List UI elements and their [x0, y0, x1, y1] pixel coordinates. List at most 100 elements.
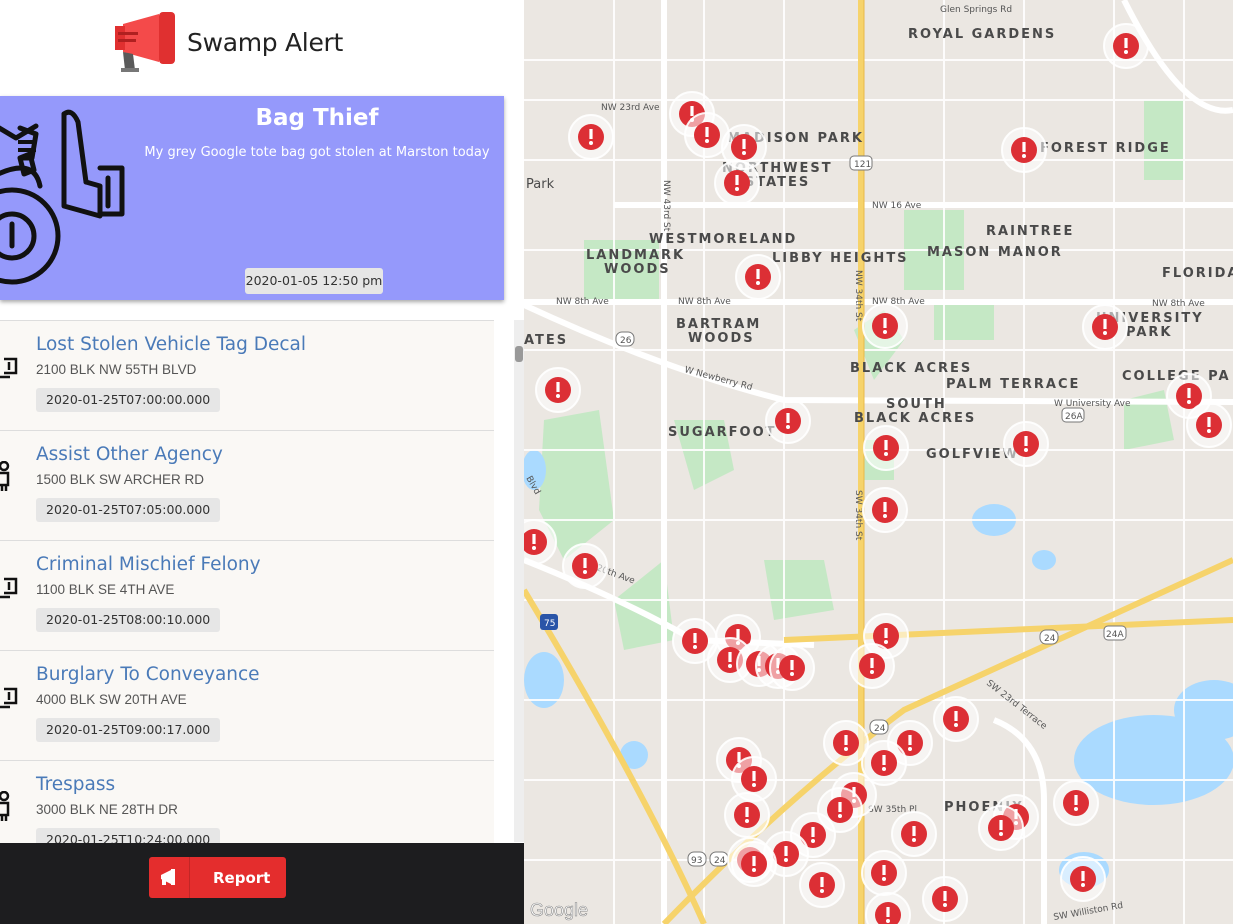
incident-address: 4000 BLK SW 20TH AVE — [36, 692, 187, 707]
street-w-university: W University Ave — [1054, 399, 1131, 409]
officer-icon — [0, 461, 10, 491]
list-item[interactable]: Lost Stolen Vehicle Tag Decal 2100 BLK N… — [0, 321, 494, 431]
alert-marker-icon[interactable] — [1003, 421, 1049, 467]
thief-icon — [0, 577, 18, 599]
street-w-newberry: W Newberry Rd — [683, 365, 753, 393]
shield-24a: 24A — [1103, 625, 1127, 641]
thief-icon — [0, 357, 18, 379]
alert-marker-icon[interactable] — [568, 114, 614, 160]
alert-marker-icon[interactable] — [891, 811, 937, 857]
alert-marker-icon[interactable] — [861, 850, 907, 896]
featured-date-badge: 2020-01-05 12:50 pm — [245, 268, 383, 294]
shield-93: 93 — [687, 851, 707, 867]
street-nw-8th-4: NW 8th Ave — [1152, 299, 1205, 309]
street-sw-34th: SW 34th St — [853, 490, 863, 541]
featured-title: Bag Thief — [255, 105, 379, 131]
alert-marker-icon[interactable] — [765, 398, 811, 444]
report-label: Report — [213, 869, 271, 887]
incident-title[interactable]: Criminal Mischief Felony — [36, 554, 261, 575]
alert-marker-icon[interactable] — [799, 862, 845, 908]
incident-map[interactable]: ROYAL GARDENS MADISON PARK NORTHWEST EST… — [524, 0, 1233, 924]
scrollbar-thumb[interactable] — [515, 346, 523, 362]
street-sw-23rd-terrace: SW 23rd Terrace — [984, 678, 1049, 732]
street-nw-16: NW 16 Ave — [872, 201, 922, 211]
neighborhood-ates: ATES — [524, 333, 568, 348]
neighborhood-landmark: LANDMARK — [586, 248, 685, 263]
incident-address: 2100 BLK NW 55TH BLVD — [36, 362, 197, 377]
incident-title[interactable]: Burglary To Conveyance — [36, 664, 260, 685]
alert-marker-icon[interactable] — [1060, 856, 1106, 902]
list-item[interactable]: Trespass 3000 BLK NE 28TH DR 2020-01-25T… — [0, 761, 494, 843]
alert-marker-icon[interactable] — [535, 367, 581, 413]
alert-marker-icon[interactable] — [735, 254, 781, 300]
svg-text:26A: 26A — [1065, 412, 1083, 422]
featured-description: My grey Google tote bag got stolen at Ma… — [144, 145, 490, 160]
alert-marker-icon[interactable] — [714, 160, 760, 206]
incident-date-badge: 2020-01-25T09:00:17.000 — [36, 718, 221, 742]
incident-title[interactable]: Lost Stolen Vehicle Tag Decal — [36, 334, 306, 355]
alert-marker-icon[interactable] — [823, 720, 869, 766]
list-item[interactable]: Assist Other Agency 1500 BLK SW ARCHER R… — [0, 431, 494, 541]
featured-alert-card[interactable]: Bag Thief My grey Google tote bag got st… — [0, 96, 504, 300]
sidebar: Swamp Alert Bag Thief My grey Google tot… — [0, 0, 524, 924]
neighborhood-sugarfoot: SUGARFOOT — [668, 425, 777, 440]
alert-marker-icon[interactable] — [769, 645, 815, 691]
neighborhood-palm-terrace: PALM TERRACE — [946, 377, 1080, 392]
neighborhood-park: PARK — [1126, 325, 1172, 340]
svg-text:24A: 24A — [1106, 630, 1124, 640]
alert-marker-icon[interactable] — [862, 487, 908, 533]
alert-marker-icon[interactable] — [1186, 402, 1232, 448]
alert-marker-icon[interactable] — [863, 425, 909, 471]
incident-title[interactable]: Assist Other Agency — [36, 444, 223, 465]
map-canvas[interactable]: ROYAL GARDENS MADISON PARK NORTHWEST EST… — [524, 0, 1233, 924]
svg-text:75: 75 — [544, 619, 555, 629]
incident-date-badge: 2020-01-25T08:00:10.000 — [36, 608, 221, 632]
alert-marker-icon[interactable] — [865, 892, 911, 924]
shield-121: 121 — [849, 155, 873, 171]
report-button[interactable]: Report — [149, 857, 286, 898]
alert-marker-icon[interactable] — [849, 643, 895, 689]
alert-marker-icon[interactable] — [922, 876, 968, 922]
list-item[interactable]: Criminal Mischief Felony 1100 BLK SE 4TH… — [0, 541, 494, 651]
alert-marker-icon[interactable] — [1001, 127, 1047, 173]
svg-text:121: 121 — [854, 160, 871, 170]
alert-marker-icon[interactable] — [1103, 23, 1149, 69]
alert-marker-icon[interactable] — [1053, 780, 1099, 826]
shield-75: 75 — [540, 614, 558, 630]
incident-date-badge: 2020-01-25T10:24:00.000 — [36, 828, 221, 843]
app-header: Swamp Alert — [0, 0, 524, 92]
list-scrollbar[interactable] — [514, 320, 524, 842]
incident-list[interactable]: Lost Stolen Vehicle Tag Decal 2100 BLK N… — [0, 320, 494, 843]
shield-24: 24 — [1039, 629, 1059, 645]
alert-marker-icon[interactable] — [862, 303, 908, 349]
neighborhood-raintree: RAINTREE — [986, 224, 1074, 239]
neighborhood-westmoreland: WESTMORELAND — [649, 232, 797, 247]
neighborhood-forest-ridge: FOREST RIDGE — [1040, 141, 1171, 156]
incident-date-badge: 2020-01-25T07:05:00.000 — [36, 498, 221, 522]
shield-26a: 26A — [1061, 407, 1085, 423]
footer-bar: Report — [0, 843, 524, 924]
alert-marker-icon[interactable] — [731, 841, 777, 887]
alert-marker-icon[interactable] — [933, 696, 979, 742]
alert-marker-icon[interactable] — [978, 805, 1024, 851]
street-nw-23rd: NW 23rd Ave — [601, 103, 660, 113]
neighborhood-mason-manor: MASON MANOR — [927, 245, 1063, 260]
incident-date-badge: 2020-01-25T07:00:00.000 — [36, 388, 221, 412]
neighborhood-royal-gardens: ROYAL GARDENS — [908, 27, 1056, 42]
neighborhood-south-black-acres: BLACK ACRES — [854, 411, 976, 426]
incident-address: 3000 BLK NE 28TH DR — [36, 802, 178, 817]
incident-title[interactable]: Trespass — [36, 774, 115, 795]
neighborhood-bartram-woods: WOODS — [688, 331, 755, 346]
alert-marker-icon[interactable] — [562, 543, 608, 589]
bag-thief-illustration-icon — [0, 109, 125, 285]
neighborhood-woods: WOODS — [604, 262, 671, 277]
neighborhood-park-left: Park — [526, 177, 555, 192]
alert-marker-icon[interactable] — [1082, 304, 1128, 350]
list-item[interactable]: Burglary To Conveyance 4000 BLK SW 20TH … — [0, 651, 494, 761]
alert-marker-icon[interactable] — [724, 792, 770, 838]
thief-icon — [0, 687, 18, 709]
app-title: Swamp Alert — [187, 28, 344, 57]
neighborhood-bartram: BARTRAM — [676, 317, 761, 332]
svg-text:93: 93 — [691, 856, 702, 866]
shield-26: 26 — [615, 331, 635, 347]
